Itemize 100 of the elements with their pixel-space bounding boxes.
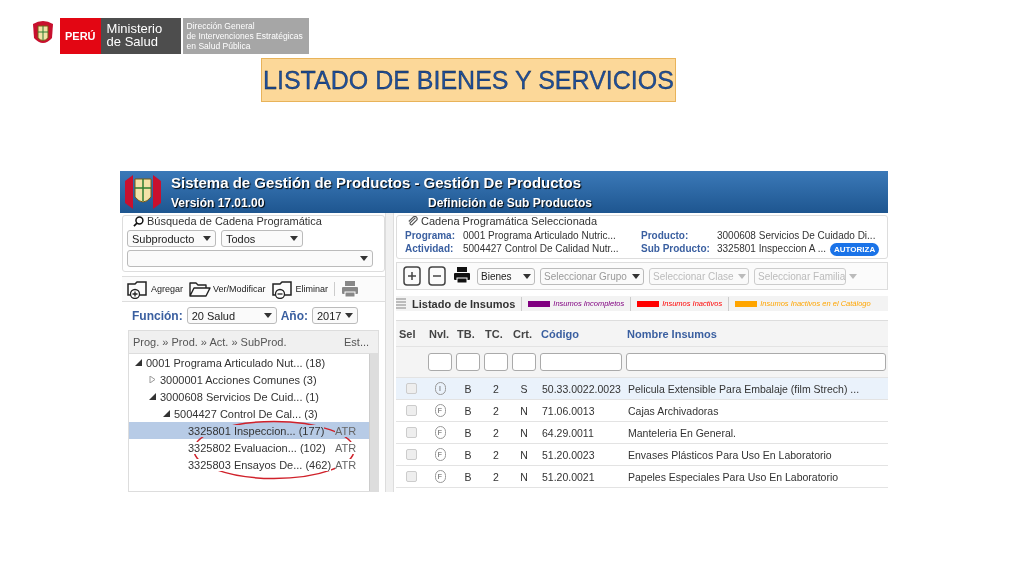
checkbox[interactable] <box>405 449 417 460</box>
field-value: 3000608 Servicios De Cuidado Di... <box>717 230 876 241</box>
table-cell-text: B <box>463 470 473 483</box>
table-cell-text: 2 <box>492 404 500 417</box>
field-label: Producto: <box>641 230 690 241</box>
table-cell-text: N <box>519 470 529 483</box>
collapsed-icon <box>149 376 156 383</box>
column-header: Sel <box>398 327 417 340</box>
list-icon <box>396 298 406 309</box>
print-button[interactable] <box>452 266 472 286</box>
field-value: 5004427 Control De Calidad Nutr... <box>463 243 619 254</box>
table-cell-text: B <box>463 426 473 439</box>
panel-legend: Cadena Programática Seleccionada <box>421 215 598 227</box>
table-cell-text: 64.29.0011 <box>541 426 595 439</box>
table-cell-text: 2 <box>492 382 500 395</box>
column-header: Nombre Insumos <box>626 327 718 340</box>
field-label: Sub Producto: <box>641 243 711 254</box>
search-icon <box>133 215 144 227</box>
caret-icon <box>849 273 858 279</box>
toolbar-button[interactable]: Ver/Modificar <box>189 280 266 298</box>
remove-button[interactable] <box>427 266 447 286</box>
table-cell-text: B <box>463 448 473 461</box>
filter-field[interactable] <box>540 353 622 371</box>
expanded-icon <box>135 359 142 366</box>
status-badge: AUTORIZA <box>830 243 880 256</box>
scrollbar[interactable] <box>369 354 378 491</box>
field-label: Función: <box>132 308 183 323</box>
field-label: Programa: <box>405 230 456 241</box>
office-label: Dirección General <box>186 21 256 31</box>
printer-icon <box>341 280 360 298</box>
table-cell-text: N <box>519 448 529 461</box>
coat-of-arms-icon <box>123 173 163 211</box>
status-label: ATR <box>335 441 357 454</box>
column-header: Est... <box>343 336 371 348</box>
table-cell-text: Manteleria En General. <box>627 426 737 439</box>
table-cell-text: Cajas Archivadoras <box>627 404 720 417</box>
checkbox[interactable] <box>405 405 417 416</box>
column-header: TC. <box>484 327 504 340</box>
minus-icon <box>428 266 446 286</box>
table-cell-text: N <box>519 426 529 439</box>
toolbar-button[interactable]: Agregar <box>127 279 184 299</box>
filter-field[interactable] <box>512 353 536 371</box>
field-label: Actividad: <box>405 243 455 254</box>
table-cell-text: S <box>519 382 529 395</box>
status-label: ATR <box>335 458 357 471</box>
toolbar-button[interactable]: Eliminar <box>271 279 329 299</box>
slide-title: LISTADO DE BIENES Y SERVICIOS <box>261 58 676 102</box>
paperclip-icon <box>407 215 418 227</box>
table-cell-text: 71.06.0013 <box>541 404 596 417</box>
filter-field[interactable] <box>626 353 886 371</box>
splitter[interactable] <box>385 213 394 492</box>
table-cell-text: 51.20.0023 <box>541 448 596 461</box>
table-cell-text: Papeles Especiales Para Uso En Laboratorio <box>627 470 840 483</box>
field-label: Año: <box>280 308 308 323</box>
caret-icon <box>203 236 211 241</box>
dropdown[interactable]: Bienes <box>477 267 535 285</box>
table-cell-text: Pelicula Extensible Para Embalaje (film Strech) ... <box>627 382 861 395</box>
section-title: Listado de Insumos <box>412 297 516 310</box>
table-cell-text: Envases Plásticos Para Uso En Laboratorio <box>627 448 833 461</box>
expanded-icon <box>149 393 156 400</box>
ministry-label: Ministerio de Salud <box>100 18 181 54</box>
dropdown[interactable] <box>127 250 373 267</box>
caret-icon <box>632 273 640 279</box>
table-cell-text: 2 <box>492 448 500 461</box>
checkbox[interactable] <box>405 427 417 438</box>
dropdown[interactable]: Subproducto <box>127 230 216 247</box>
dropdown[interactable]: Todos <box>221 230 303 247</box>
filter-field[interactable] <box>456 353 480 371</box>
column-header: Crt. <box>512 327 533 340</box>
caret-icon <box>263 313 272 318</box>
column-header: Código <box>540 327 580 340</box>
dropdown[interactable]: 2017 <box>312 307 358 324</box>
office-label: en Salud Pública <box>186 41 252 51</box>
tree-item[interactable]: 3325801 Inspeccion... (177) <box>129 422 332 439</box>
table-cell-text: 50.33.0022.0023 <box>541 382 622 395</box>
window-subtitle: Definición de Sub Productos <box>428 196 592 210</box>
field-value: 0001 Programa Articulado Nutric... <box>463 230 616 241</box>
column-header: TB. <box>456 327 476 340</box>
add-button[interactable] <box>402 266 422 286</box>
office-label: de Intervenciones Estratégicas <box>186 31 304 41</box>
table-cell-text: 2 <box>492 470 500 483</box>
caret-icon <box>737 273 746 279</box>
caret-icon <box>290 236 298 241</box>
table-cell-text: B <box>463 382 473 395</box>
checkbox[interactable] <box>405 383 417 394</box>
caret-icon <box>360 256 368 261</box>
checkbox[interactable] <box>405 471 417 482</box>
column-header: Prog. » Prod. » Act. » SubProd. <box>132 336 288 348</box>
plus-icon <box>403 266 421 286</box>
caret-icon <box>345 313 354 318</box>
printer-icon <box>453 266 471 284</box>
table-cell-text: 51.20.0021 <box>541 470 596 483</box>
dropdown[interactable]: 20 Salud <box>186 307 277 324</box>
table-cell-text: 2 <box>492 426 500 439</box>
version-label: Versión 17.01.00 <box>171 196 266 210</box>
filter-field[interactable] <box>484 353 508 371</box>
field-value: 3325801 Inspeccion A ... <box>717 243 826 254</box>
folder-plus-icon <box>127 279 149 299</box>
column-header: Nvl. <box>428 327 451 340</box>
filter-field[interactable] <box>428 353 452 371</box>
